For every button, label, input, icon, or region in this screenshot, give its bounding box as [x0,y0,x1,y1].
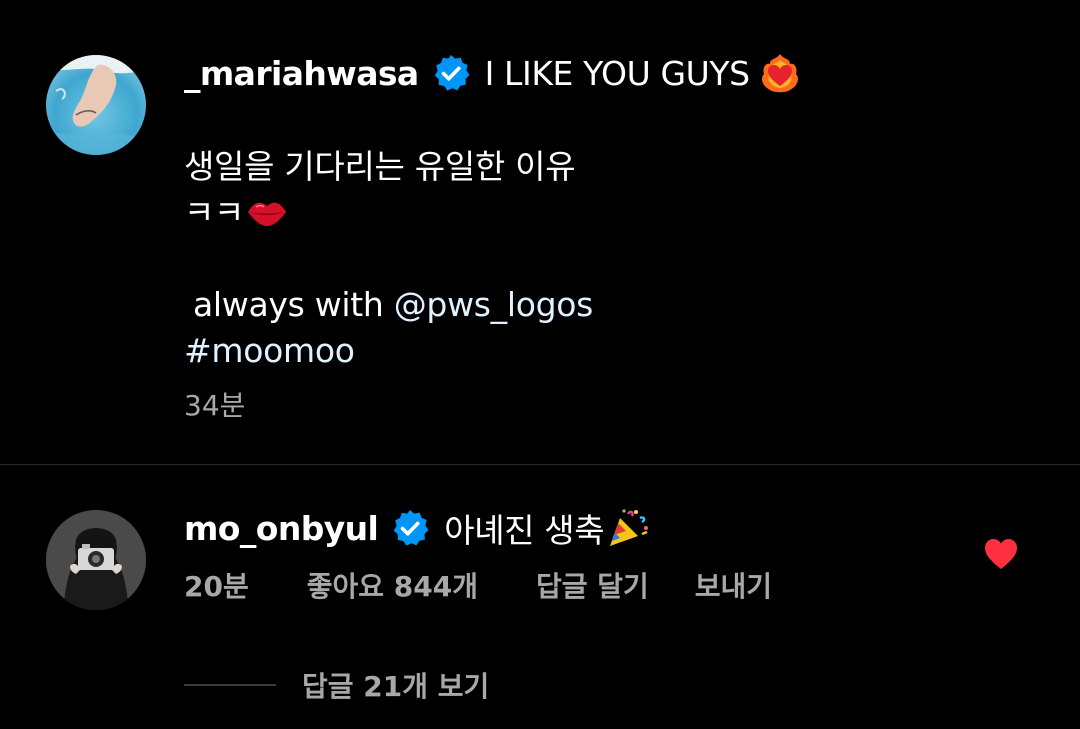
comment-timestamp: 20분 [184,570,249,603]
comment-like-count[interactable]: 좋아요 844개 [307,565,478,605]
caption-line-hashtag: #moomoo [184,328,1044,374]
commenter-username[interactable]: mo_onbyul [184,509,379,548]
hashtag-link[interactable]: #moomoo [184,331,355,370]
commenter-avatar-image [46,510,146,610]
author-username[interactable]: _mariahwasa [184,54,419,93]
mention-link[interactable]: @pws_logos [394,285,594,324]
caption-content: _mariahwasa I LIKE YOU GUYS 생일을 기다리는 유일한… [184,50,1044,426]
caption-timestamp: 34분 [184,389,246,422]
view-replies-label: 답글 21개 보기 [302,670,490,703]
caption-headline: _mariahwasa I LIKE YOU GUYS [184,50,1044,96]
caption-line-laugh: ㅋㅋ [184,190,1044,236]
kiss-lips-icon [246,198,288,228]
comment-meta: 20분 좋아요 844개 답글 달기 보내기 [184,565,944,605]
view-replies-rule [184,684,276,686]
commenter-avatar[interactable] [46,510,146,610]
comment-text: 아녜진 생축 [444,511,605,550]
caption-line-always: always with @pws_logos [184,282,1044,328]
reply-button[interactable]: 답글 달기 [536,565,649,605]
caption-always-text: always with [193,285,394,324]
author-avatar[interactable] [46,55,146,155]
caption-line-birthday: 생일을 기다리는 유일한 이유 [184,147,576,186]
comment: mo_onbyul 아녜진 생축 20분 좋아요 844개 답글 달기 보내기 [184,505,944,605]
send-button[interactable]: 보내기 [695,565,772,605]
caption-laugh-text: ㅋㅋ [184,193,245,232]
heart-icon[interactable] [984,538,1018,570]
heart-on-fire-icon [760,52,800,94]
view-replies-button[interactable]: 답글 21개 보기 [184,665,489,705]
author-avatar-image [46,55,146,155]
post-caption: _mariahwasa I LIKE YOU GUYS 생일을 기다리는 유일한… [0,0,1080,464]
comment-line: mo_onbyul 아녜진 생축 [184,505,944,551]
party-popper-icon [606,508,650,548]
verified-badge-icon [390,508,430,548]
verified-badge-icon [431,53,471,93]
caption-divider [0,464,1080,465]
caption-headline-text: I LIKE YOU GUYS [484,53,751,93]
